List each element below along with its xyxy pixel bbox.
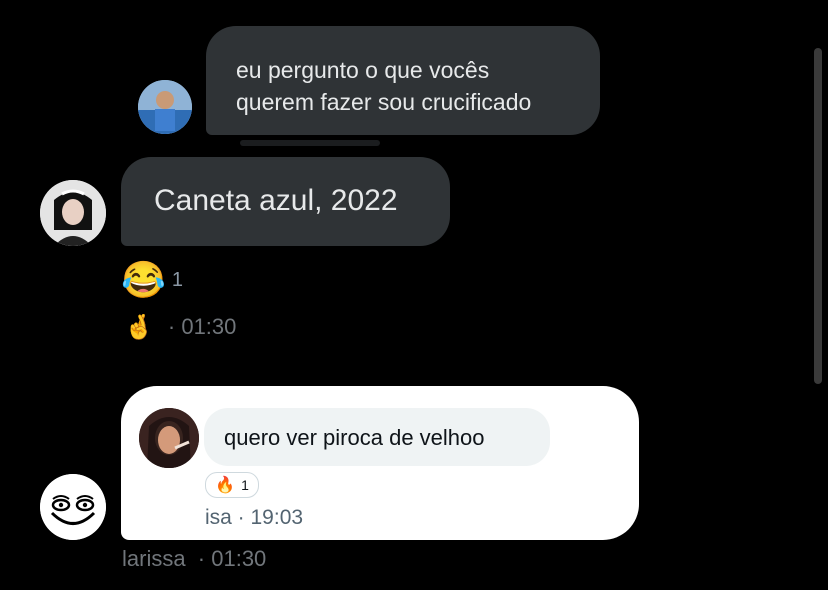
tears-of-joy-emoji-icon: 😂 (121, 259, 166, 300)
message-text: querem fazer sou crucificado (236, 89, 532, 115)
smiley-face-icon (40, 474, 106, 540)
crossed-fingers-emoji-icon: 🤞 (124, 313, 154, 341)
avatar (139, 408, 199, 468)
avatar[interactable] (40, 180, 106, 246)
hidden-meta-fragment (240, 140, 380, 146)
reaction[interactable]: 😂 1 (121, 260, 183, 300)
message-meta: larissa · 01:30 (122, 546, 267, 571)
quoted-message-text: quero ver piroca de velhoo (224, 425, 485, 450)
quoted-message-bubble: quero ver piroca de velhoo (204, 408, 550, 466)
timestamp: · 01:30 (167, 314, 237, 339)
message-bubble: Caneta azul, 2022 (121, 157, 450, 246)
fire-emoji-icon: 🔥 (215, 477, 236, 494)
quoted-meta: isa · 19:03 (205, 506, 304, 529)
quoted-reaction-count: 1 (241, 477, 249, 493)
avatar[interactable] (40, 474, 106, 540)
reaction-count: 1 (171, 268, 183, 291)
message-meta: 🤞 · 01:30 (124, 312, 236, 342)
message-text: eu pergunto o que vocês (236, 57, 490, 83)
scrollbar[interactable] (814, 48, 822, 384)
message-bubble-image[interactable]: quero ver piroca de velhoo 🔥 1 isa · 19:… (121, 386, 639, 540)
quoted-reaction: 🔥 1 (205, 472, 259, 498)
message-text: Caneta azul, 2022 (154, 184, 398, 217)
avatar[interactable] (138, 80, 192, 134)
message-bubble: eu pergunto o que vocês querem fazer sou… (206, 26, 600, 135)
